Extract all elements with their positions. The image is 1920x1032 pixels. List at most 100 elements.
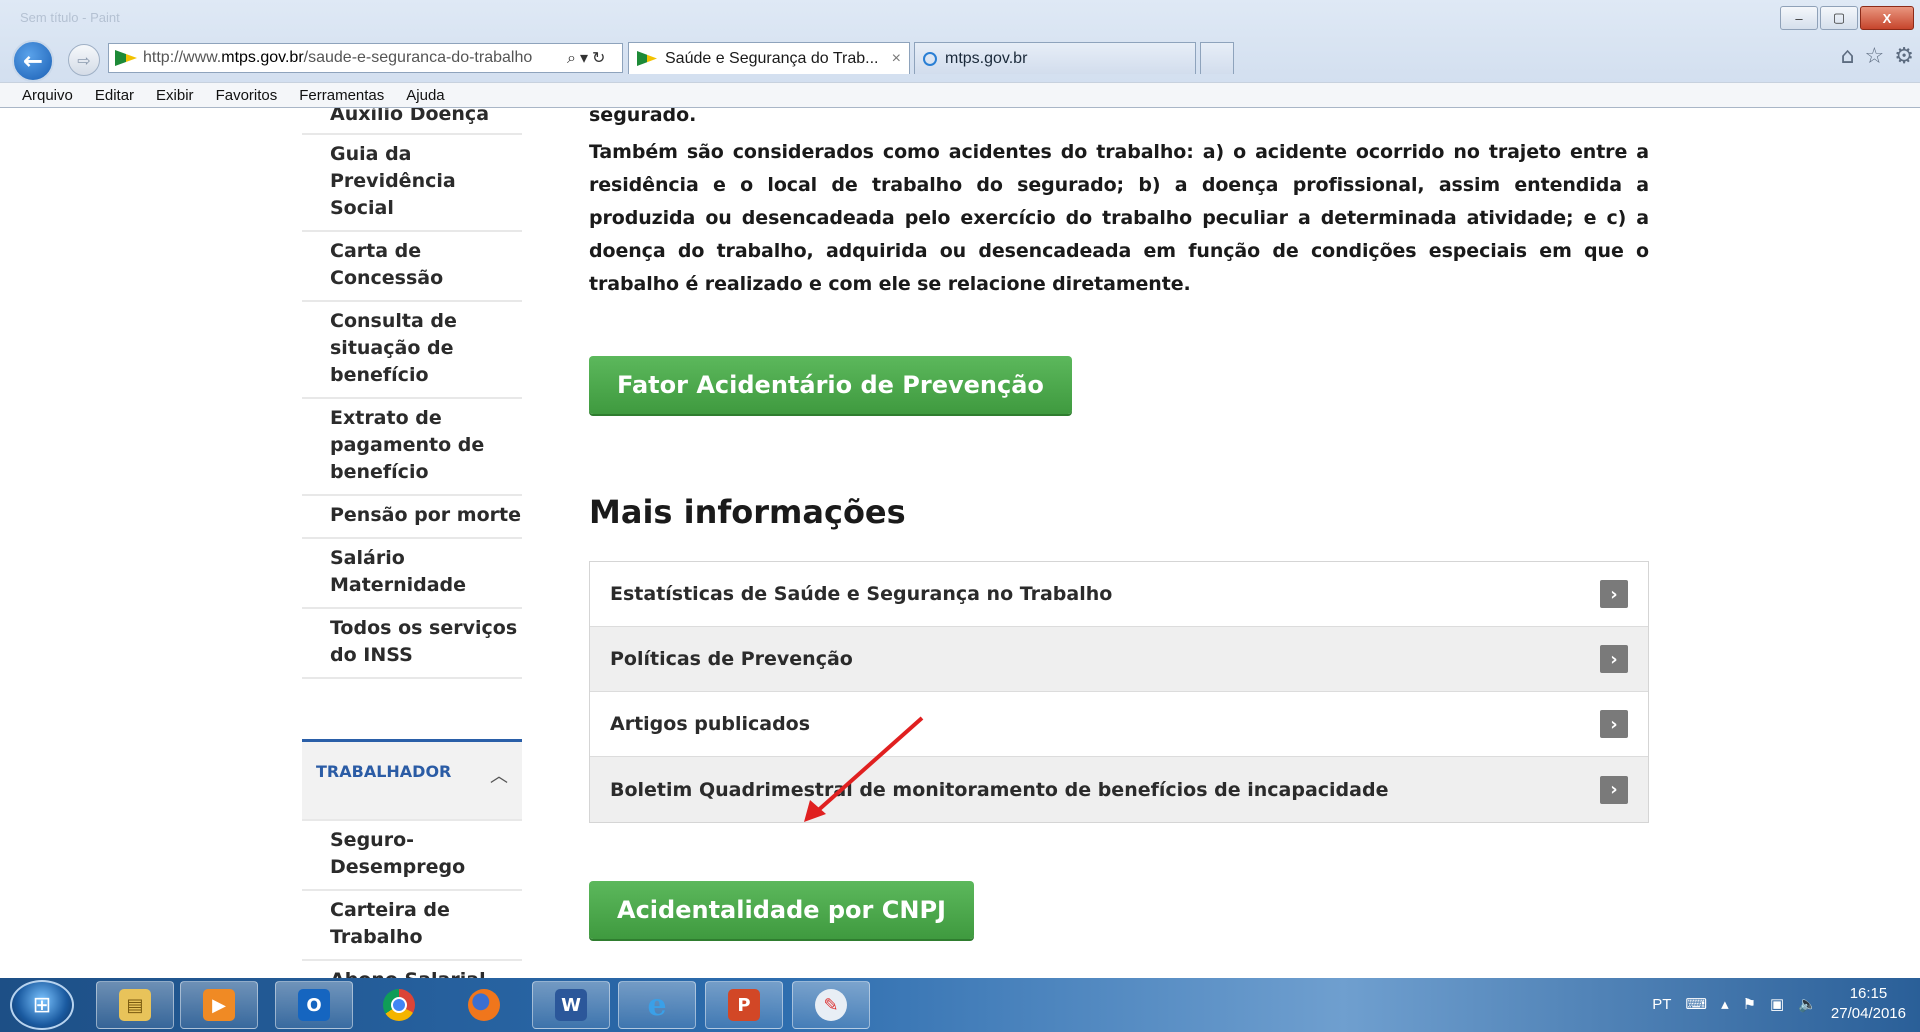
tab-favicon-icon [637,51,657,66]
menu-editar[interactable]: Editar [95,87,134,104]
window-controls: – ▢ X [1780,6,1914,30]
menu-bar: Arquivo Editar Exibir Favoritos Ferramen… [0,82,1920,108]
taskbar: ⊞ ▤ ▶ O W e P ✎ PT ⌨ ▴ ⚑ ▣ 🔈 16:15 27/04… [0,978,1920,1032]
info-row-politicas[interactable]: Políticas de Prevenção › [590,627,1648,692]
show-hidden-icons-icon[interactable]: ▴ [1721,995,1729,1013]
favorites-star-icon[interactable]: ☆ [1865,44,1885,69]
windows-logo-icon: ⊞ [32,992,52,1018]
address-tools: ⌕▾↻ [567,48,609,68]
new-tab-button[interactable] [1200,42,1234,74]
outlook-icon: O [298,989,330,1021]
info-row-label: Estatísticas de Saúde e Segurança no Tra… [610,583,1113,605]
title-bar: Sem título - Paint – ▢ X [0,0,1920,36]
accidents-paragraph: Também são considerados como acidentes d… [589,141,1649,295]
browser-toolbar-icons: ⌂ ☆ ⚙ [1841,44,1914,69]
taskbar-outlook[interactable]: O [275,981,353,1029]
info-list: Estatísticas de Saúde e Segurança no Tra… [589,561,1649,823]
action-center-flag-icon[interactable]: ⚑ [1743,995,1756,1013]
media-player-icon: ▶ [203,989,235,1021]
info-row-estatisticas[interactable]: Estatísticas de Saúde e Segurança no Tra… [590,562,1648,627]
close-window-button[interactable]: X [1860,6,1914,30]
acidentalidade-cnpj-button[interactable]: Acidentalidade por CNPJ [589,881,974,939]
forward-button[interactable]: ⇨ [68,44,100,76]
search-icon[interactable]: ⌕ [567,48,580,67]
chevron-up-icon[interactable]: ︿ [490,762,508,788]
address-bar[interactable]: http://www.mtps.gov.br/saude-e-seguranca… [108,43,623,73]
taskbar-chrome[interactable] [360,981,438,1029]
refresh-icon[interactable]: ↻ [592,48,609,67]
url-prefix: http://www. [143,49,222,66]
back-button[interactable]: ← [12,40,54,82]
fator-acidentario-button[interactable]: Fator Acidentário de Prevenção [589,356,1072,414]
internet-explorer-icon: e [647,987,667,1023]
tab-label: mtps.gov.br [945,49,1028,67]
sidebar: Auxílio Doença Guia da Previdência Socia… [302,108,522,978]
chevron-right-icon[interactable]: › [1600,710,1628,738]
folder-icon: ▤ [119,989,151,1021]
back-arrow-icon: ← [22,47,44,75]
taskbar-file-explorer[interactable]: ▤ [96,981,174,1029]
tab-saude-seguranca[interactable]: Saúde e Segurança do Trab... × [628,42,910,74]
settings-gear-icon[interactable]: ⚙ [1894,44,1914,69]
language-indicator[interactable]: PT [1652,996,1671,1013]
site-favicon-icon [115,50,137,66]
powerpoint-icon: P [728,989,760,1021]
sidebar-section-trabalhador[interactable]: TRABALHADOR ︿ [302,739,522,821]
minimize-button[interactable]: – [1780,6,1818,30]
info-row-label: Artigos publicados [610,713,811,735]
start-button[interactable]: ⊞ [10,980,74,1030]
section-title: TRABALHADOR [316,762,452,781]
menu-favoritos[interactable]: Favoritos [216,87,278,104]
sidebar-item-salario-maternidade[interactable]: Salário Maternidade [302,539,522,609]
clock-date: 27/04/2016 [1830,1005,1906,1022]
menu-exibir[interactable]: Exibir [156,87,194,104]
taskbar-firefox[interactable] [445,981,523,1029]
firefox-icon [468,989,500,1021]
keyboard-icon[interactable]: ⌨ [1685,995,1707,1013]
sidebar-item-carteira-trabalho[interactable]: Carteira de Trabalho [302,891,522,961]
window-title: Sem título - Paint [20,10,120,25]
taskbar-media-player[interactable]: ▶ [180,981,258,1029]
clock[interactable]: 16:15 27/04/2016 [1831,984,1906,1024]
sidebar-item-guia-previdencia[interactable]: Guia da Previdência Social [302,135,522,232]
volume-icon[interactable]: 🔈 [1798,995,1817,1013]
sidebar-item-seguro-desemprego[interactable]: Seguro-Desemprego [302,821,522,891]
sidebar-item-extrato-pagamento[interactable]: Extrato de pagamento de benefício [302,399,522,496]
network-icon[interactable]: ▣ [1770,995,1784,1013]
chevron-right-icon[interactable]: › [1600,580,1628,608]
url-domain: mtps.gov.br [221,49,304,66]
word-icon: W [555,989,587,1021]
web-page: Auxílio Doença Guia da Previdência Socia… [0,108,1920,978]
sidebar-item-pensao-morte[interactable]: Pensão por morte [302,496,522,539]
chevron-right-icon[interactable]: › [1600,645,1628,673]
url-path: /saude-e-seguranca-do-trabalho [303,49,533,66]
sidebar-item-todos-servicos-inss[interactable]: Todos os serviços do INSS [302,609,522,679]
sidebar-item-consulta-beneficio[interactable]: Consulta de situação de benefício [302,302,522,399]
tab-close-icon[interactable]: × [892,50,901,68]
maximize-button[interactable]: ▢ [1820,6,1858,30]
ie-favicon-icon [923,51,937,66]
menu-arquivo[interactable]: Arquivo [22,87,73,104]
paint-palette-icon: ✎ [815,989,847,1021]
taskbar-word[interactable]: W [532,981,610,1029]
sidebar-item-abono-salarial[interactable]: Abono Salarial [302,961,522,978]
taskbar-paint[interactable]: ✎ [792,981,870,1029]
chrome-icon [383,989,415,1021]
dropdown-icon[interactable]: ▾ [580,48,592,67]
tab-label: Saúde e Segurança do Trab... [665,49,879,67]
main-content: segurado. Também são considerados como a… [589,108,1649,939]
sidebar-item-carta-concessao[interactable]: Carta de Concessão [302,232,522,302]
info-row-boletim[interactable]: Boletim Quadrimestral de monitoramento d… [590,757,1648,822]
menu-ajuda[interactable]: Ajuda [406,87,444,104]
taskbar-powerpoint[interactable]: P [705,981,783,1029]
sidebar-item-auxilio-doenca[interactable]: Auxílio Doença [302,108,522,135]
tab-mtps[interactable]: mtps.gov.br [914,42,1196,74]
info-row-artigos[interactable]: Artigos publicados › [590,692,1648,757]
info-row-label: Políticas de Prevenção [610,648,853,670]
chevron-right-icon[interactable]: › [1600,775,1628,804]
url-text[interactable]: http://www.mtps.gov.br/saude-e-seguranca… [143,49,563,67]
menu-ferramentas[interactable]: Ferramentas [299,87,384,104]
home-icon[interactable]: ⌂ [1841,44,1855,69]
taskbar-internet-explorer[interactable]: e [618,981,696,1029]
browser-chrome: Sem título - Paint – ▢ X ← ⇨ http://www.… [0,0,1920,108]
